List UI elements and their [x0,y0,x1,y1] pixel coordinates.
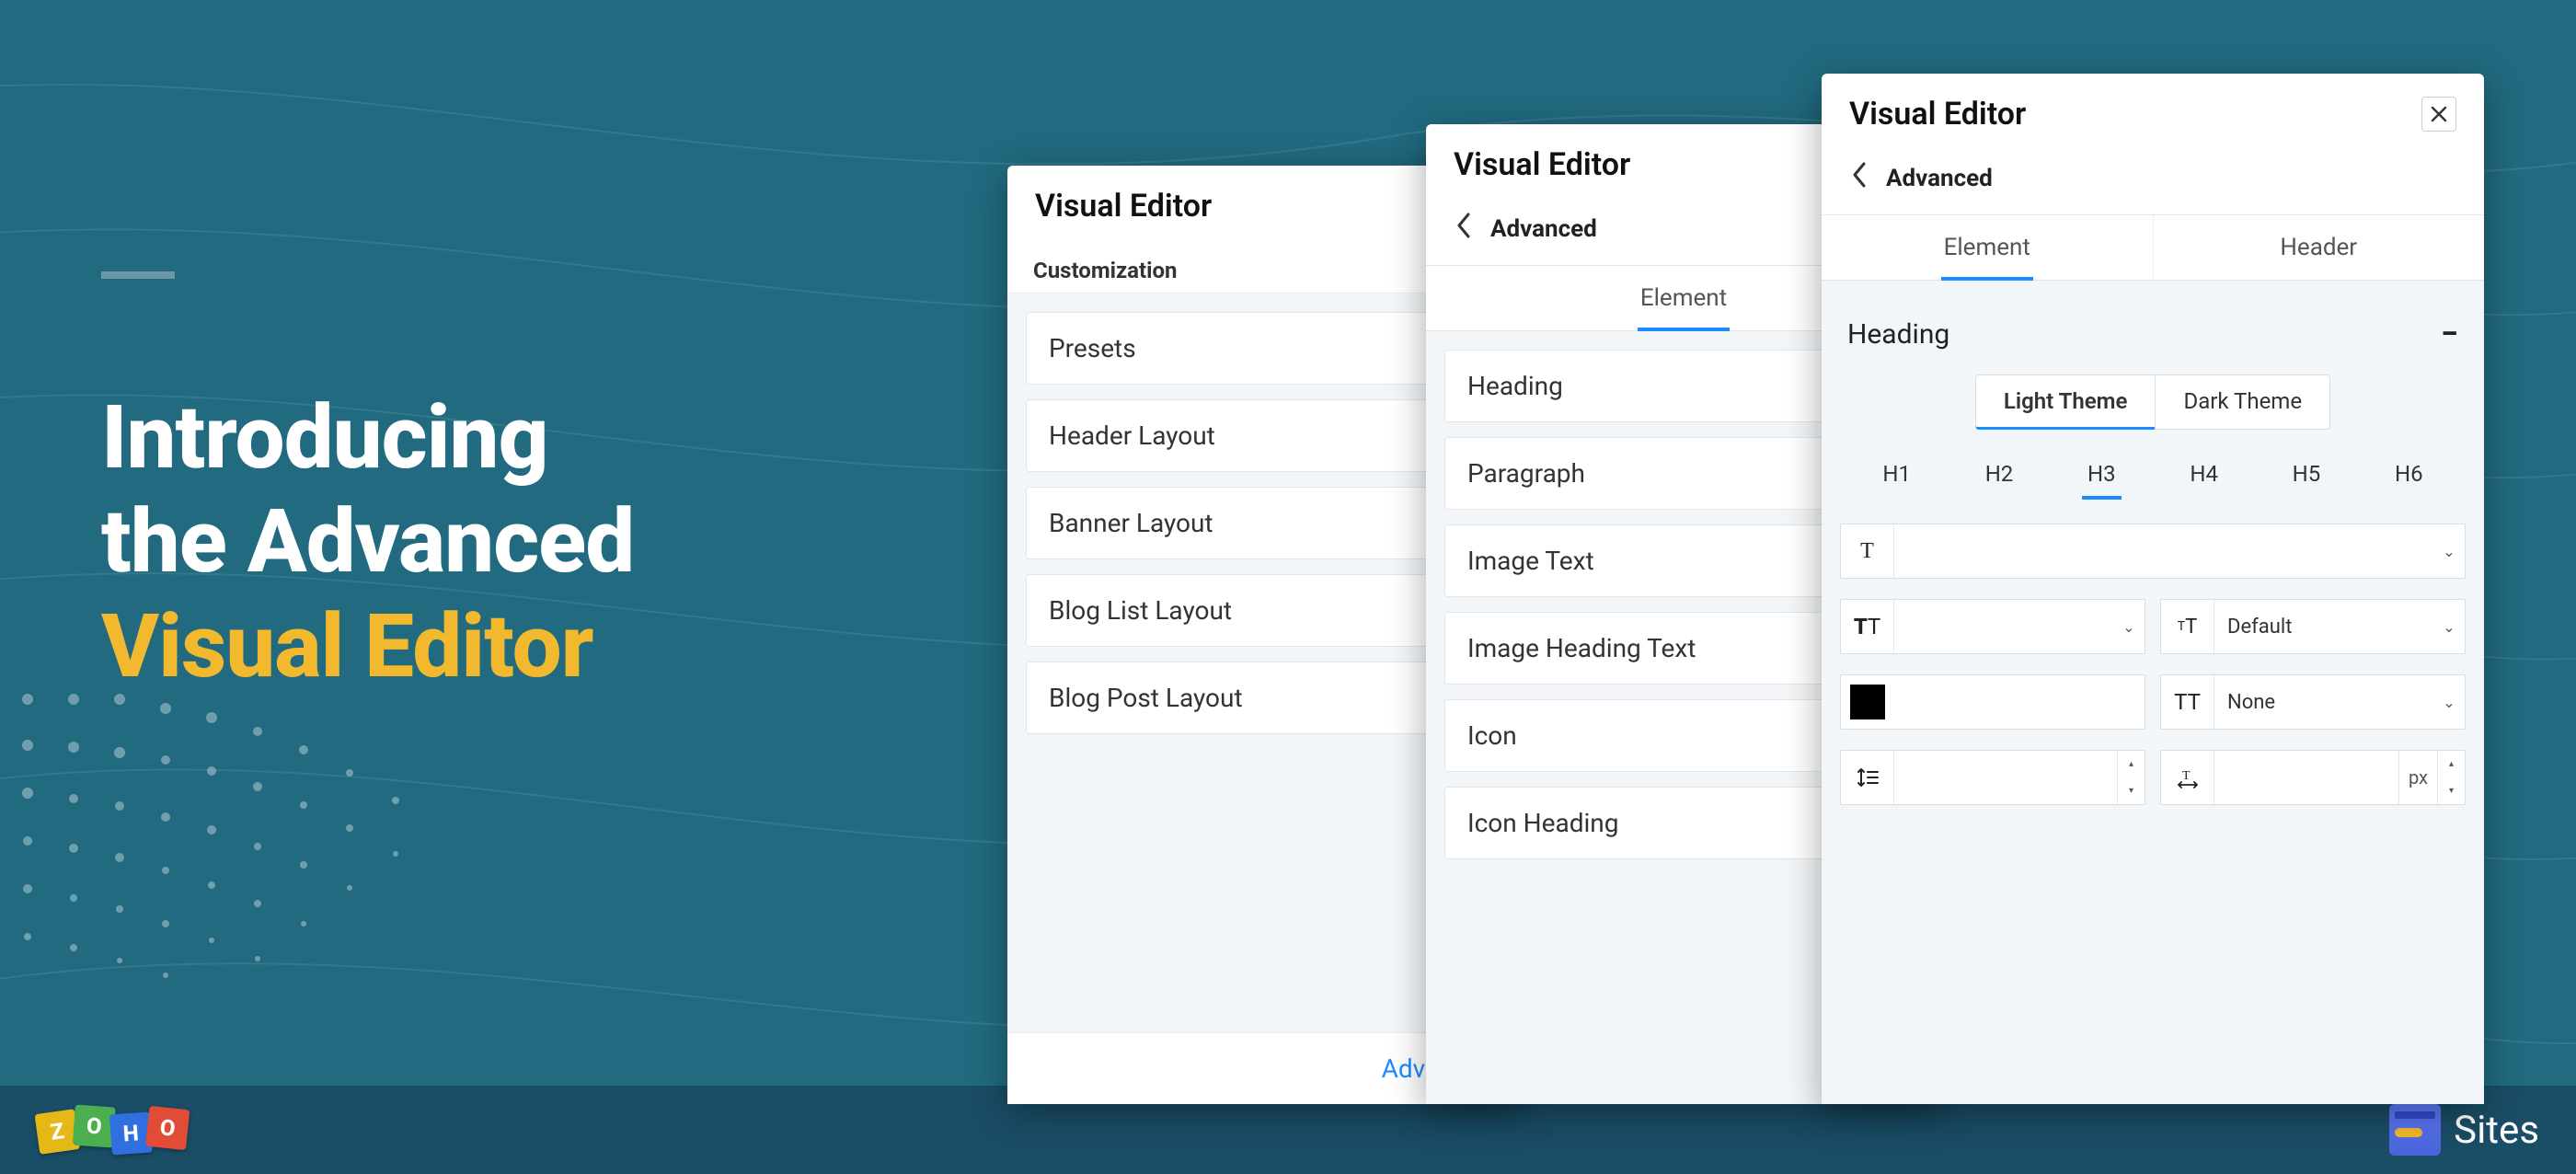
h-level-h5[interactable]: H5 [2287,454,2327,500]
panel-title: Visual Editor [1035,188,1212,224]
color-swatch [1850,685,1885,719]
theme-dark-button[interactable]: Dark Theme [2155,374,2330,430]
tab-element[interactable]: Element [1822,215,2153,280]
sites-label: Sites [2454,1108,2539,1153]
font-size-icon: TT [2161,600,2214,653]
chevron-down-icon: ⌄ [2433,543,2465,560]
step-up-icon[interactable]: ▴ [2118,751,2145,777]
headline: Introducing the Advanced Visual Editor [101,386,634,699]
headline-line-3: Visual Editor [101,595,634,699]
theme-light-button[interactable]: Light Theme [1975,374,2156,430]
tab-header[interactable]: Header [2153,215,2485,280]
headline-dash [101,271,175,279]
panel-title: Visual Editor [1454,146,1630,183]
chevron-down-icon: ⌄ [2433,618,2465,636]
back-icon[interactable] [1846,158,1873,198]
chevron-down-icon: ⌄ [2433,694,2465,711]
letter-spacing-input[interactable]: T px ▴▾ [2160,750,2466,805]
breadcrumb-advanced: Advanced [1490,215,1597,243]
zoho-logo: Z O H O [37,1110,184,1150]
sites-icon [2389,1104,2441,1156]
text-transform-icon: TT [2161,675,2214,729]
h-level-h1[interactable]: H1 [1877,454,1916,500]
panel-heading-settings: Visual Editor Advanced Element Header He… [1822,74,2484,1104]
letter-spacing-stepper[interactable]: ▴▾ [2437,751,2465,804]
breadcrumb-advanced: Advanced [1886,165,1993,192]
font-family-icon: T [1841,524,1894,578]
zoho-letter-o2: O [145,1106,190,1150]
letter-spacing-unit: px [2398,751,2437,804]
sites-logo: Sites [2389,1104,2539,1156]
font-weight-icon: TT [1841,600,1894,653]
h-level-h2[interactable]: H2 [1980,454,2019,500]
panel-title: Visual Editor [1849,96,2026,132]
text-transform-value: None [2214,691,2433,714]
step-down-icon[interactable]: ▾ [2438,777,2465,804]
step-up-icon[interactable]: ▴ [2438,751,2465,777]
font-size-select[interactable]: TT Default ⌄ [2160,599,2466,654]
letter-spacing-icon: T [2161,751,2214,804]
font-size-value: Default [2214,616,2433,639]
line-height-input[interactable]: ▴▾ [1840,750,2145,805]
line-height-icon [1841,751,1894,804]
close-button[interactable] [2421,97,2456,132]
font-weight-select[interactable]: TT ⌄ [1840,599,2145,654]
headline-line-2: the Advanced [101,490,634,594]
accordion-heading-label: Heading [1847,318,1949,351]
font-family-select[interactable]: T ⌄ [1840,524,2466,579]
h-level-h6[interactable]: H6 [2389,454,2429,500]
h-level-h4[interactable]: H4 [2184,454,2224,500]
h-level-h3[interactable]: H3 [2082,454,2122,500]
text-color-input[interactable] [1840,674,2145,730]
text-transform-select[interactable]: TT None ⌄ [2160,674,2466,730]
headline-line-1: Introducing [101,386,634,490]
collapse-icon[interactable]: − [2441,316,2458,352]
back-icon[interactable] [1450,209,1478,248]
svg-text:T: T [2182,769,2191,783]
close-icon [2431,106,2447,122]
step-down-icon[interactable]: ▾ [2118,777,2145,804]
line-height-stepper[interactable]: ▴▾ [2117,751,2145,804]
chevron-down-icon: ⌄ [2113,618,2145,636]
